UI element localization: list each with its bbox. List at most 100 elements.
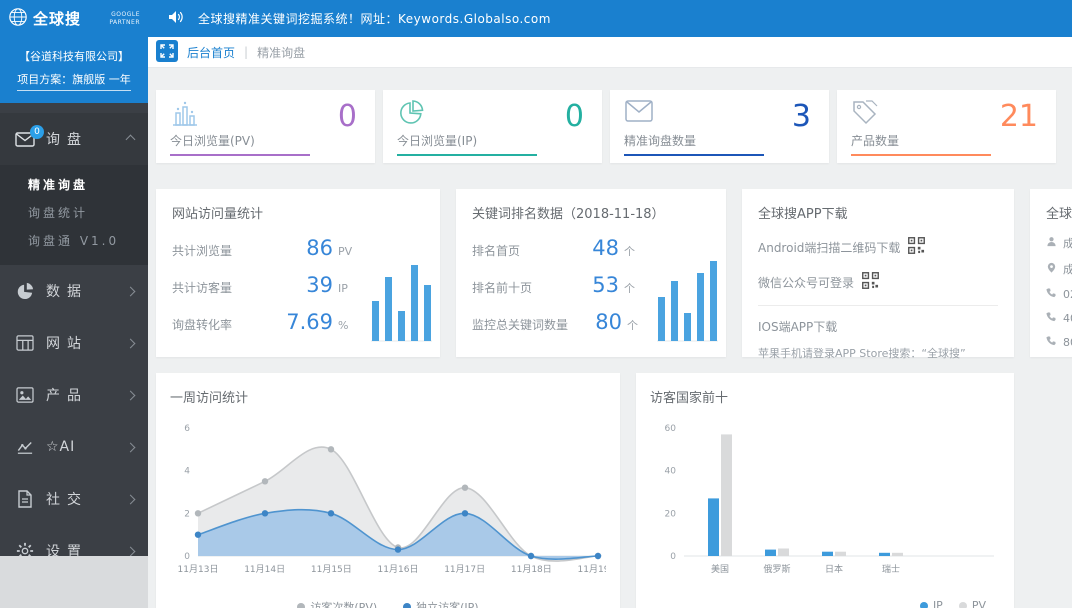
svg-text:0: 0 <box>670 552 676 562</box>
row-unit: 个 <box>624 245 635 258</box>
inquiry-badge: 0 <box>30 124 44 139</box>
svg-text:美国: 美国 <box>711 563 729 575</box>
keyword-ranking-card: 关键词排名数据（2018-11-18） 排名首页 48 个 排名前十页 53 个… <box>456 189 726 357</box>
wechat-login-label: 微信公众号可登录 <box>758 275 855 290</box>
android-download-label: Android端扫描二维码下载 <box>758 240 901 255</box>
submenu-item-inquiry-stats[interactable]: 询盘统计 <box>0 199 148 227</box>
row-value: 53 <box>592 273 619 297</box>
legend-item-pv[interactable]: 访客次数(PV) <box>297 599 377 608</box>
stat-value: 3 <box>791 99 811 134</box>
sidebar-item-inquiry[interactable]: 0 询盘 <box>0 113 148 165</box>
phone-icon <box>1046 311 1057 325</box>
sidebar-footer <box>0 556 148 608</box>
svg-text:11月17日: 11月17日 <box>444 564 485 575</box>
speaker-icon[interactable] <box>168 10 184 27</box>
contact-row: 成 <box>1046 261 1072 277</box>
chevron-right-icon <box>125 338 136 348</box>
partner-line-2: PARTNER <box>109 18 140 26</box>
svg-text:11月18日: 11月18日 <box>511 564 552 575</box>
svg-text:40: 40 <box>665 467 677 477</box>
keyword-mini-chart <box>657 258 718 345</box>
contact-row: 400 <box>1046 311 1072 325</box>
card-title: 全球搜APP下载 <box>758 207 848 222</box>
mail-icon: 0 <box>14 124 44 147</box>
svg-text:瑞士: 瑞士 <box>882 563 900 575</box>
phone-icon <box>1046 335 1057 349</box>
stat-row-item: 排名首页 48 个 <box>472 236 642 260</box>
document-icon <box>14 490 36 508</box>
svg-text:2: 2 <box>184 509 190 519</box>
svg-text:0: 0 <box>184 552 190 562</box>
breadcrumb-home-link[interactable]: 后台首页 <box>187 44 235 61</box>
company-plan: 项目方案：旗舰版 一年 <box>17 71 131 91</box>
weekly-legend: 访客次数(PV) 独立访客(IP) <box>170 599 606 608</box>
google-partner-label: GOOGLE PARTNER <box>109 11 140 27</box>
svg-text:11月15日: 11月15日 <box>311 564 352 575</box>
svg-text:6: 6 <box>184 424 190 434</box>
legend-label: PV <box>971 599 986 608</box>
stat-card-products: 21 产品数量 <box>837 90 1056 163</box>
legend-label: 访客次数(PV) <box>310 601 378 608</box>
legend-dot <box>403 603 412 608</box>
weekly-visits-card: 一周访问统计 0 2 4 6 11月13日 11月14日 11月15日 11月16日 11月17… <box>156 373 620 608</box>
legend-item-pv[interactable]: PV <box>958 599 986 608</box>
stat-value: 21 <box>999 99 1038 134</box>
company-name: 【谷道科技有限公司】 <box>19 50 129 63</box>
phone-icon <box>1046 287 1057 301</box>
svg-text:11月16日: 11月16日 <box>378 564 419 575</box>
contact-text: 成 <box>1063 237 1072 250</box>
row-value: 48 <box>592 236 619 260</box>
svg-text:4: 4 <box>184 467 190 477</box>
charts-row: 一周访问统计 0 2 4 6 11月13日 11月14日 11月15日 11月16日 11月17… <box>156 373 1014 608</box>
legend-dot <box>297 603 306 608</box>
sidebar-item-label: ☆AI <box>46 439 76 455</box>
qr-code-icon <box>862 272 879 292</box>
stat-card-today-pv: 0 今日浏览量(PV) <box>156 90 375 163</box>
row-unit: % <box>338 319 349 332</box>
expand-icon[interactable] <box>156 39 178 65</box>
announcement-text: 全球搜精准关键词挖掘系统！网址：Keywords.Globalso.com <box>198 12 551 26</box>
submenu-item-inquiry-tong[interactable]: 询盘通 V1.0 <box>0 227 148 255</box>
svg-text:11月19日: 11月19日 <box>578 564 606 575</box>
chevron-right-icon <box>125 286 136 296</box>
sidebar-item-products[interactable]: 产品 <box>0 369 148 421</box>
card-title: 网站访问量统计 <box>172 207 264 222</box>
sidebar-item-ai[interactable]: ☆AI <box>0 421 148 473</box>
stat-card-today-ip: 0 今日浏览量(IP) <box>383 90 602 163</box>
qr-code-icon <box>908 237 926 257</box>
sidebar-item-website[interactable]: 网站 <box>0 317 148 369</box>
visitor-countries-card: 访客国家前十 0 20 40 60 美国 俄罗斯 日本 瑞士 IP PV <box>636 373 1014 608</box>
card-title: 全球搜 <box>1046 207 1072 222</box>
stat-row-item: 共计访客量 39 IP <box>172 273 356 297</box>
sidebar-item-label: 询盘 <box>46 132 88 148</box>
contact-row: 028 <box>1046 287 1072 301</box>
sidebar-menu: 0 询盘 精准询盘 询盘统计 询盘通 V1.0 数据 网站 产品 ☆AI 社交 … <box>0 103 148 577</box>
topbar: 全球搜精准关键词挖掘系统！网址：Keywords.Globalso.com <box>148 0 1072 37</box>
stat-label: 精准询盘数量 <box>624 134 697 148</box>
stat-row-item: 监控总关键词数量 80 个 <box>472 310 642 334</box>
wechat-login-row: 微信公众号可登录 <box>758 272 998 292</box>
sidebar: 全球搜 GOOGLE PARTNER 【谷道科技有限公司】 项目方案：旗舰版 一… <box>0 0 148 608</box>
contact-text: 成 <box>1063 263 1072 276</box>
app-download-card: 全球搜APP下载 Android端扫描二维码下载 微信公众号可登录 IOS端AP… <box>742 189 1014 360</box>
submenu-item-precise-inquiry[interactable]: 精准询盘 <box>0 171 148 199</box>
sidebar-item-label: 产品 <box>46 388 88 404</box>
card-title: 一周访问统计 <box>170 391 249 406</box>
contact-text: 400 <box>1063 311 1072 325</box>
sidebar-item-social[interactable]: 社交 <box>0 473 148 525</box>
envelope-icon <box>624 99 654 126</box>
contact-text: 800 <box>1063 335 1072 349</box>
user-icon <box>1046 236 1057 250</box>
row-label: 共计访客量 <box>172 281 233 295</box>
logo-text: 全球搜 <box>33 10 82 28</box>
sidebar-item-data[interactable]: 数据 <box>0 265 148 317</box>
row-label: 排名前十页 <box>472 281 533 295</box>
row-unit: IP <box>338 282 348 295</box>
svg-text:60: 60 <box>665 424 677 434</box>
row-label: 询盘转化率 <box>172 318 233 332</box>
legend-item-ip[interactable]: 独立访客(IP) <box>403 599 479 608</box>
pie-chart-icon <box>397 99 425 130</box>
legend-item-ip[interactable]: IP <box>919 599 943 608</box>
ios-download-desc: 苹果手机请登录APP Store搜索：“全球搜” <box>758 347 966 360</box>
ios-download-title: IOS端APP下载 <box>758 320 838 334</box>
